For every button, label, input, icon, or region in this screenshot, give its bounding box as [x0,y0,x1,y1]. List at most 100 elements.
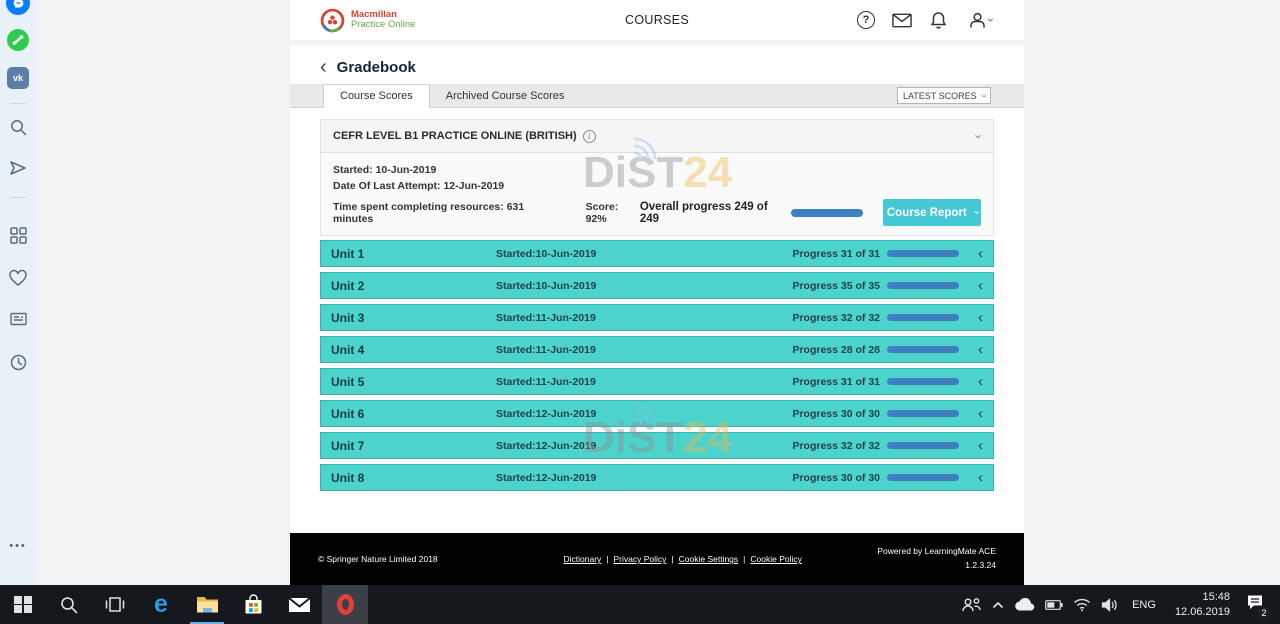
unit-progress-bar [887,346,959,353]
unit-progress-bar [887,474,959,481]
vk-icon[interactable]: vk [0,67,36,89]
unit-row[interactable]: Unit 7 Started:12-Jun-2019 Progress 32 o… [320,432,994,459]
unit-name: Unit 2 [331,279,496,293]
footer-link-cookie-policy[interactable]: Cookie Policy [750,554,802,564]
back-icon[interactable]: ‹ [320,58,327,76]
sidebar-divider [10,103,26,104]
tab-course-scores[interactable]: Course Scores [323,84,430,108]
tab-archived-course-scores[interactable]: Archived Course Scores [430,84,581,107]
taskbar-mail-icon[interactable] [276,585,322,624]
course-panel-body: Started: 10-Jun-2019 Date Of Last Attemp… [321,153,993,235]
taskbar-search-icon[interactable] [46,585,92,624]
opera-sidebar: vk ••• [0,0,36,585]
unit-started: Started:11-Jun-2019 [496,376,792,388]
unit-name: Unit 3 [331,311,496,325]
chevron-down-icon: › [985,18,997,22]
unit-progress: Progress 32 of 32 [792,440,880,452]
unit-row[interactable]: Unit 8 Started:12-Jun-2019 Progress 30 o… [320,464,994,491]
start-icon[interactable] [0,585,46,624]
unit-started: Started:10-Jun-2019 [496,248,792,260]
course-last-attempt: Date Of Last Attempt: 12-Jun-2019 [333,180,981,192]
tabs-row: Course Scores Archived Course Scores LAT… [290,84,1024,108]
bell-icon[interactable] [928,10,948,30]
unit-row[interactable]: Unit 5 Started:11-Jun-2019 Progress 31 o… [320,368,994,395]
search-icon[interactable] [0,118,36,137]
whatsapp-icon[interactable] [0,29,36,51]
edge-icon[interactable]: e [138,585,184,624]
unit-row[interactable]: Unit 4 Started:11-Jun-2019 Progress 28 o… [320,336,994,363]
page-title: Gradebook [337,59,416,76]
footer-link-dictionary[interactable]: Dictionary [563,554,601,564]
onedrive-icon[interactable] [1014,598,1035,611]
latest-scores-label: LATEST SCORES [903,91,977,101]
chevron-left-icon[interactable]: ‹ [971,310,983,325]
opera-icon[interactable] [322,585,368,624]
my-flow-icon[interactable] [0,159,36,177]
chevron-left-icon[interactable]: ‹ [971,374,983,389]
windows-taskbar: e [0,585,1280,624]
user-icon[interactable]: › [964,10,996,30]
chevron-left-icon[interactable]: ‹ [971,438,983,453]
hidden-icons-chevron[interactable] [992,601,1004,609]
mail-icon[interactable] [892,10,912,30]
chevron-left-icon[interactable]: ‹ [971,278,983,293]
chevron-left-icon[interactable]: ‹ [971,470,983,485]
course-started: Started: 10-Jun-2019 [333,164,981,176]
unit-started: Started:12-Jun-2019 [496,408,792,420]
clock-time: 15:48 [1175,590,1230,605]
info-icon[interactable]: i [583,130,596,143]
nav-courses[interactable]: COURSES [625,13,689,27]
browser-page: Macmillan Practice Online COURSES ? › [290,0,1024,585]
more-icon[interactable]: ••• [0,540,36,552]
footer-link-privacy-policy[interactable]: Privacy Policy [614,554,667,564]
people-icon[interactable] [961,597,982,613]
footer-copyright: © Springer Nature Limited 2018 [318,554,488,564]
unit-name: Unit 7 [331,439,496,453]
site-header: Macmillan Practice Online COURSES ? › [290,0,1024,45]
course-score: Score: 92% [586,201,640,225]
course-panel-header[interactable]: CEFR LEVEL B1 PRACTICE ONLINE (BRITISH) … [321,120,993,153]
unit-progress-bar [887,442,959,449]
latest-scores-dropdown[interactable]: LATEST SCORES › [897,87,991,104]
language-indicator[interactable]: ENG [1132,599,1156,611]
speed-dial-icon[interactable] [0,226,36,245]
unit-progress-bar [887,314,959,321]
wifi-icon[interactable] [1073,598,1091,612]
chevron-down-icon[interactable]: › [972,134,985,138]
news-icon[interactable] [0,311,36,327]
store-icon[interactable] [230,585,276,624]
unit-progress: Progress 30 of 30 [792,472,880,484]
help-icon[interactable]: ? [856,10,876,30]
chevron-left-icon[interactable]: ‹ [971,406,983,421]
unit-name: Unit 1 [331,247,496,261]
unit-row[interactable]: Unit 6 Started:12-Jun-2019 Progress 30 o… [320,400,994,427]
bookmarks-icon[interactable] [0,269,36,287]
logo-line2: Practice Online [351,20,415,30]
file-explorer-icon[interactable] [184,585,230,624]
course-report-button[interactable]: Course Report › [883,199,981,226]
unit-row[interactable]: Unit 1 Started:10-Jun-2019 Progress 31 o… [320,240,994,267]
task-view-icon[interactable] [92,585,138,624]
unit-started: Started:11-Jun-2019 [496,344,792,356]
chevron-left-icon[interactable]: ‹ [971,342,983,357]
unit-progress-bar [887,250,959,257]
unit-progress: Progress 32 of 32 [792,312,880,324]
volume-icon[interactable] [1101,598,1118,612]
taskbar-clock[interactable]: 15:48 12.06.2019 [1175,590,1230,620]
unit-progress: Progress 35 of 35 [792,280,880,292]
footer-link-cookie-settings[interactable]: Cookie Settings [679,554,739,564]
unit-progress-bar [887,410,959,417]
battery-icon[interactable] [1045,600,1063,610]
macmillan-logo[interactable]: Macmillan Practice Online [320,8,415,33]
unit-progress-bar [887,282,959,289]
unit-row[interactable]: Unit 3 Started:11-Jun-2019 Progress 32 o… [320,304,994,331]
unit-row[interactable]: Unit 2 Started:10-Jun-2019 Progress 35 o… [320,272,994,299]
unit-progress: Progress 31 of 31 [792,376,880,388]
overall-progress-label: Overall progress 249 of 249 [640,201,784,225]
action-center-icon[interactable]: 2 [1246,594,1264,615]
chevron-left-icon[interactable]: ‹ [971,246,983,261]
messenger-icon[interactable] [0,0,36,15]
overall-progress-bar [791,209,864,217]
unit-started: Started:11-Jun-2019 [496,312,792,324]
history-icon[interactable] [0,353,36,372]
